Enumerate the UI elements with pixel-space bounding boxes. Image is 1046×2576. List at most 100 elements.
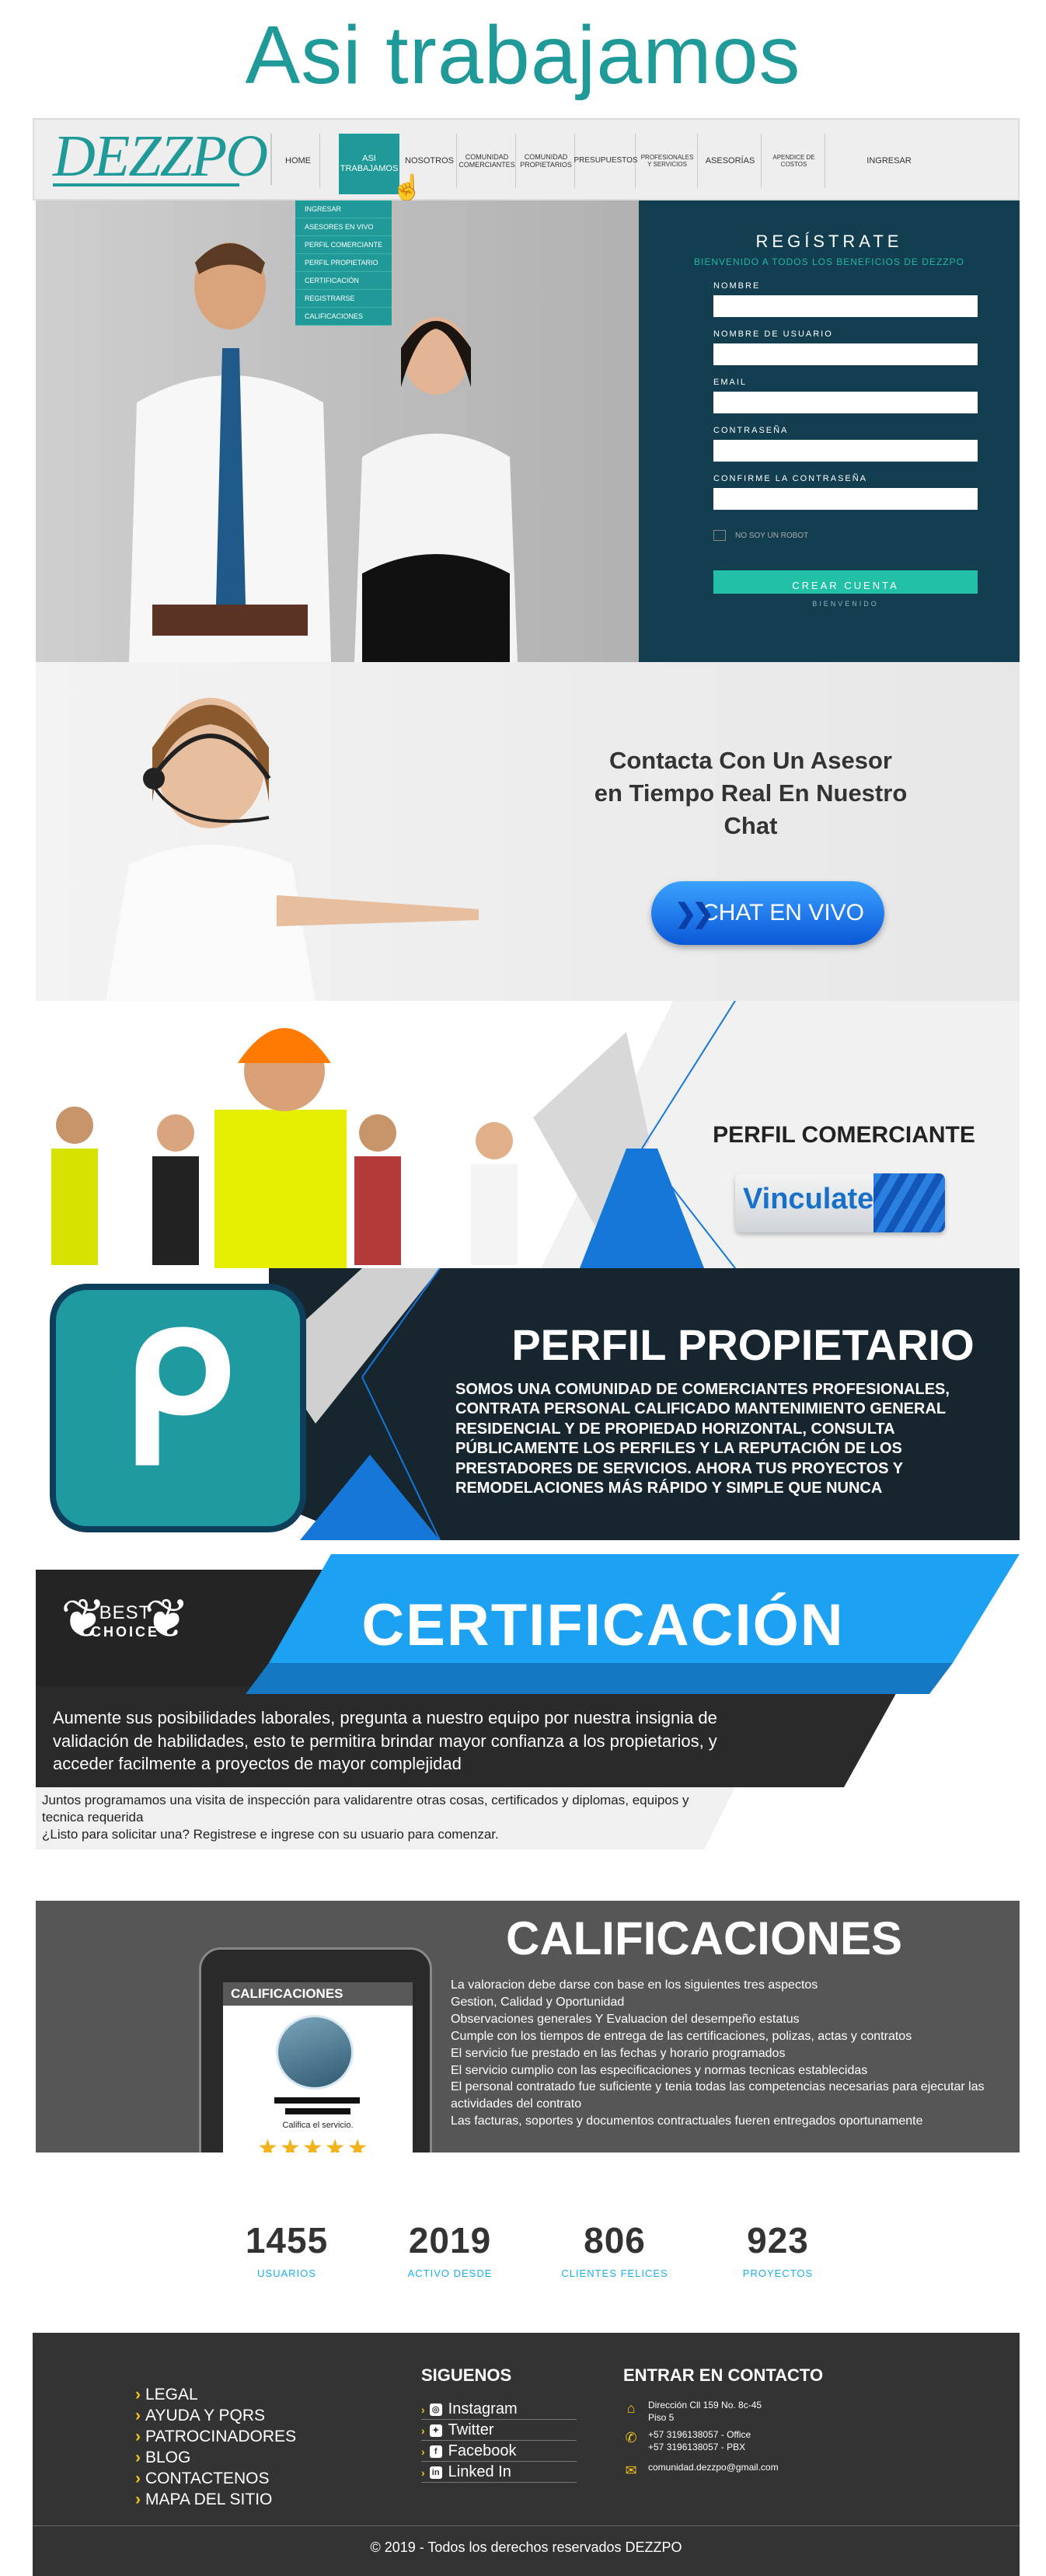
footer-link-contactenos[interactable]: › CONTACTENOS (135, 2470, 269, 2488)
chevron-right-icon: › (135, 2449, 141, 2466)
social-link-facebook[interactable]: › f Facebook (421, 2442, 577, 2462)
vinculate-button[interactable]: Vinculate (735, 1173, 945, 1232)
chat-heading-line1: Contacta Con Un Asesor (608, 747, 892, 774)
dropdown-item-calificaciones[interactable]: CALIFICACIONES (295, 308, 392, 326)
password-field[interactable] (713, 440, 978, 462)
phone-screen: CALIFICACIONES Califica el servicio. ★★★… (223, 1982, 413, 2152)
avatar (276, 2015, 354, 2090)
support-agent-illustration (106, 698, 479, 1001)
calificaciones-line: El personal contratado fue suficiente y … (451, 2080, 985, 2111)
page: Asi trabajamos DEZZPO HOME ASI TRABAJAMO… (0, 0, 1046, 2576)
username-field[interactable] (713, 343, 978, 365)
calificaciones-line: Las facturas, soportes y documentos cont… (451, 2114, 923, 2128)
stat-activo-desde: 2019 ACTIVO DESDE (376, 2219, 524, 2279)
recaptcha-label: NO SOY UN ROBOT (735, 531, 809, 540)
certificacion-title: CERTIFICACIÓN (361, 1592, 845, 1658)
phone-caption: Califica el servicio. (282, 2121, 354, 2130)
page-title: Asi trabajamos (245, 9, 801, 101)
stat-label: USUARIOS (257, 2268, 316, 2279)
nav-item-ingresar[interactable]: INGRESAR (842, 134, 936, 188)
best-choice-badge: ❦ ❦ BEST CHOICE (61, 1584, 190, 1677)
star-rating-icon: ★★★★★ (257, 2135, 370, 2152)
chevron-right-icon: › (135, 2491, 141, 2508)
password-label: CONTRASEÑA (713, 426, 789, 435)
laurel-left-icon: ❦ (61, 1588, 106, 1649)
certificacion-note-line1: Juntos programamos una visita de inspecc… (42, 1793, 689, 1825)
social-link-instagram[interactable]: › ◎ Instagram (421, 2400, 577, 2420)
email-field[interactable] (713, 392, 978, 413)
calificaciones-line: Cumple con los tiempos de entrega de las… (451, 2029, 912, 2043)
dropdown-item-perfil-propietario[interactable]: PERFIL PROPIETARIO (295, 254, 392, 272)
dropdown-item-registrarse[interactable]: REGISTRARSE (295, 290, 392, 308)
chevron-right-icon: › (135, 2407, 141, 2424)
nav-item-apendice-costos[interactable]: APENDICE DE COSTOS (763, 134, 825, 188)
nav-item-asesorias[interactable]: ASESORÍAS (699, 134, 762, 188)
instagram-icon: ◎ (429, 2403, 442, 2416)
perfil-propietario-section: ᑭ PERFIL PROPIETARIO SOMOS UNA COMUNIDAD… (36, 1268, 1020, 1540)
footer-link-patrocinadores[interactable]: › PATROCINADORES (135, 2428, 296, 2446)
calificaciones-line: El servicio cumplio con las especificaci… (451, 2063, 868, 2077)
nav-item-comunidad-comerciantes[interactable]: COMUNIDAD COMERCIANTES (458, 134, 516, 188)
perfil-propietario-title: PERFIL PROPIETARIO (511, 1320, 975, 1369)
footer-link-blog[interactable]: › BLOG (135, 2449, 190, 2467)
certificacion-text: Aumente sus posibilidades laborales, pre… (53, 1708, 717, 1774)
chevron-right-icon: › (135, 2386, 141, 2403)
dp-logo-icon: ᑭ (50, 1284, 306, 1532)
stat-number: 1455 (245, 2220, 329, 2261)
laurel-right-icon: ❦ (144, 1588, 190, 1649)
dropdown-item-perfil-comerciante[interactable]: PERFIL COMERCIANTE (295, 236, 392, 254)
recaptcha: NO SOY UN ROBOT (713, 530, 808, 541)
address-line2: Piso 5 (648, 2411, 675, 2423)
recaptcha-checkbox[interactable] (713, 530, 726, 541)
footer-link-legal[interactable]: › LEGAL (135, 2386, 198, 2404)
nav-item-comunidad-propietarios[interactable]: COMUNIDAD PROPIETARIOS (518, 134, 575, 188)
dezzpo-logo[interactable]: DEZZPO (53, 124, 268, 189)
phone-mockup: CALIFICACIONES Califica el servicio. ★★★… (199, 1947, 432, 2152)
stat-usuarios: 1455 USUARIOS (213, 2219, 361, 2279)
name-field[interactable] (713, 295, 978, 317)
footer-link-ayuda[interactable]: › AYUDA Y PQRS (135, 2407, 265, 2425)
stat-number: 2019 (408, 2220, 492, 2261)
phone-icon: ✆ (625, 2430, 637, 2445)
stat-number: 923 (747, 2220, 809, 2261)
certificacion-section: ❦ ❦ BEST CHOICE CERTIFICACIÓN Aumente su… (36, 1554, 1020, 1868)
email-address[interactable]: comunidad.dezzpo@gmail.com (648, 2462, 779, 2480)
footer-link-label: PATROCINADORES (145, 2428, 297, 2445)
social-label: Linked In (448, 2463, 511, 2480)
perfil-propietario-text: SOMOS UNA COMUNIDAD DE COMERCIANTES PROF… (455, 1381, 950, 1497)
chat-button-label: CHAT EN VIVO (702, 900, 864, 925)
calificaciones-line: La valoracion debe darse con base en los… (451, 1978, 818, 1992)
perfil-comerciante-section: PERFIL COMERCIANTE Vinculate (36, 1001, 1020, 1268)
dropdown-item-ingresar[interactable]: INGRESAR (295, 200, 392, 218)
social-label: Facebook (448, 2442, 517, 2459)
social-link-linkedin[interactable]: › in Linked In (421, 2463, 577, 2483)
nav-item-presupuestos[interactable]: PRESUPUESTOS (574, 134, 638, 188)
contact-address: ⌂ Dirección Cll 159 No. 8c-45 Piso 5 (623, 2400, 762, 2424)
dropdown-item-asesores-en-vivo[interactable]: ASESORES EN VIVO (295, 218, 392, 236)
dropdown-item-certificacion[interactable]: CERTIFICACIÓN (295, 272, 392, 290)
footer-link-mapa-sitio[interactable]: › MAPA DEL SITIO (135, 2491, 272, 2509)
register-title: REGÍSTRATE (755, 232, 903, 251)
phone-office: +57 3196138057 - Office (648, 2429, 751, 2440)
copyright: © 2019 - Todos los derechos reservados D… (370, 2539, 682, 2555)
create-account-button[interactable]: CREAR CUENTA (713, 570, 978, 594)
stat-label: ACTIVO DESDE (407, 2268, 493, 2279)
confirm-password-field[interactable] (713, 488, 978, 510)
phone-header: CALIFICACIONES (223, 1982, 413, 2006)
nav-item-asi-trabajamos[interactable]: ASI TRABAJAMOS (339, 134, 399, 194)
calificaciones-text: La valoracion debe darse con base en los… (451, 1977, 1010, 2130)
nav-item-home[interactable]: HOME (277, 134, 320, 188)
calificaciones-section: CALIFICACIONES Califica el servicio. ★★★… (36, 1901, 1020, 2152)
social-label: Instagram (448, 2400, 518, 2417)
register-panel: REGÍSTRATE BIENVENIDO A TODOS LOS BENEFI… (639, 200, 1020, 662)
chat-en-vivo-button[interactable]: ❯❯ CHAT EN VIVO (651, 881, 884, 945)
home-icon: ⌂ (626, 2400, 636, 2416)
facebook-icon: f (429, 2445, 442, 2458)
social-link-twitter[interactable]: › ✦ Twitter (421, 2421, 577, 2441)
username-label: NOMBRE DE USUARIO (713, 329, 833, 339)
dp-symbol: ᑭ (120, 1303, 234, 1501)
footer-divider (33, 2525, 1020, 2526)
nav-divider (270, 134, 272, 185)
chevron-right-icon: › (135, 2470, 141, 2487)
nav-item-profesionales-servicios[interactable]: PROFESIONALES Y SERVICIOS (637, 134, 698, 188)
